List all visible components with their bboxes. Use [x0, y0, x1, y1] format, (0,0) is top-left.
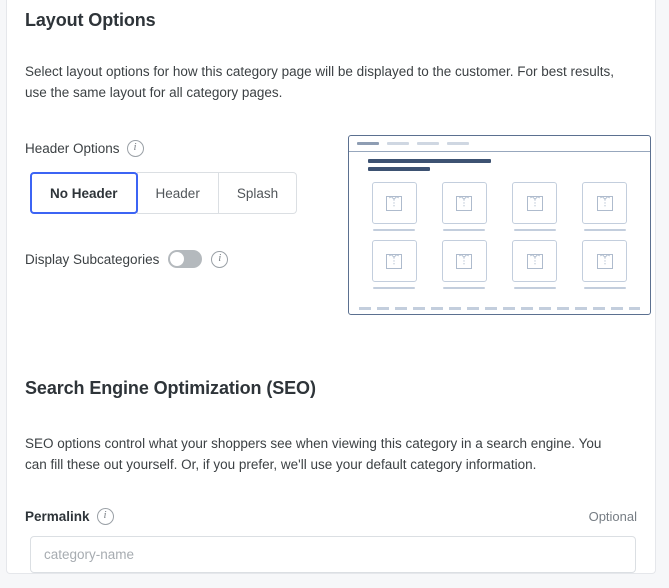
layout-options-description: Select layout options for how this categ… [25, 61, 625, 103]
preview-nav-item [447, 142, 469, 145]
preview-product-caption [514, 287, 556, 289]
preview-product-thumb [372, 240, 417, 282]
preview-product-cell [437, 240, 491, 289]
info-icon[interactable] [211, 251, 228, 268]
preview-product-thumb [582, 240, 627, 282]
preview-nav-item [417, 142, 439, 145]
preview-nav-item [357, 142, 379, 145]
card-inner: Layout Options Select layout options for… [7, 0, 655, 573]
shirt-icon [384, 251, 404, 271]
preview-product-caption [373, 229, 415, 231]
preview-product-thumb [442, 240, 487, 282]
shirt-icon [525, 251, 545, 271]
header-options-label: Header Options [25, 141, 120, 156]
preview-product-cell [508, 182, 562, 231]
preview-navbar [349, 136, 650, 152]
preview-product-thumb [582, 182, 627, 224]
preview-product-grid [359, 182, 640, 289]
header-options-label-row: Header Options [25, 140, 144, 157]
preview-product-thumb [512, 240, 557, 282]
permalink-optional-tag: Optional [589, 509, 637, 524]
preview-product-cell [367, 240, 421, 289]
preview-product-caption [443, 287, 485, 289]
seo-description: SEO options control what your shoppers s… [25, 433, 625, 475]
shirt-icon [595, 251, 615, 271]
header-options-segmented-control[interactable]: No Header Header Splash [30, 172, 297, 214]
shirt-icon [384, 193, 404, 213]
preview-headline-bar [368, 159, 491, 163]
shirt-icon [595, 193, 615, 213]
info-icon[interactable] [97, 508, 114, 525]
shirt-icon [525, 193, 545, 213]
display-subcategories-label: Display Subcategories [25, 252, 159, 267]
preview-product-thumb [372, 182, 417, 224]
preview-product-cell [578, 240, 632, 289]
info-icon[interactable] [127, 140, 144, 157]
header-option-no-header[interactable]: No Header [30, 172, 138, 214]
preview-nav-item [387, 142, 409, 145]
preview-product-thumb [512, 182, 557, 224]
preview-product-caption [584, 229, 626, 231]
toggle-knob [170, 252, 184, 266]
preview-body [349, 152, 650, 289]
layout-seo-card: Layout Options Select layout options for… [6, 0, 656, 574]
header-option-splash[interactable]: Splash [219, 172, 297, 214]
preview-product-cell [367, 182, 421, 231]
shirt-icon [454, 251, 474, 271]
permalink-label: Permalink [25, 509, 90, 524]
preview-product-cell [508, 240, 562, 289]
header-option-header[interactable]: Header [137, 172, 219, 214]
preview-product-caption [443, 229, 485, 231]
permalink-input[interactable] [30, 536, 636, 573]
permalink-label-row: Permalink [25, 508, 114, 525]
layout-options-heading: Layout Options [25, 10, 156, 31]
preview-footer-strip [359, 307, 640, 310]
preview-product-caption [584, 287, 626, 289]
preview-product-cell [578, 182, 632, 231]
display-subcategories-toggle[interactable] [168, 250, 202, 268]
preview-product-caption [514, 229, 556, 231]
settings-page: Layout Options Select layout options for… [0, 0, 669, 588]
seo-heading: Search Engine Optimization (SEO) [25, 378, 316, 399]
preview-product-cell [437, 182, 491, 231]
preview-product-thumb [442, 182, 487, 224]
category-page-preview [348, 135, 651, 315]
display-subcategories-row: Display Subcategories [25, 250, 228, 268]
preview-headline-bar [368, 167, 430, 171]
preview-product-caption [373, 287, 415, 289]
shirt-icon [454, 193, 474, 213]
